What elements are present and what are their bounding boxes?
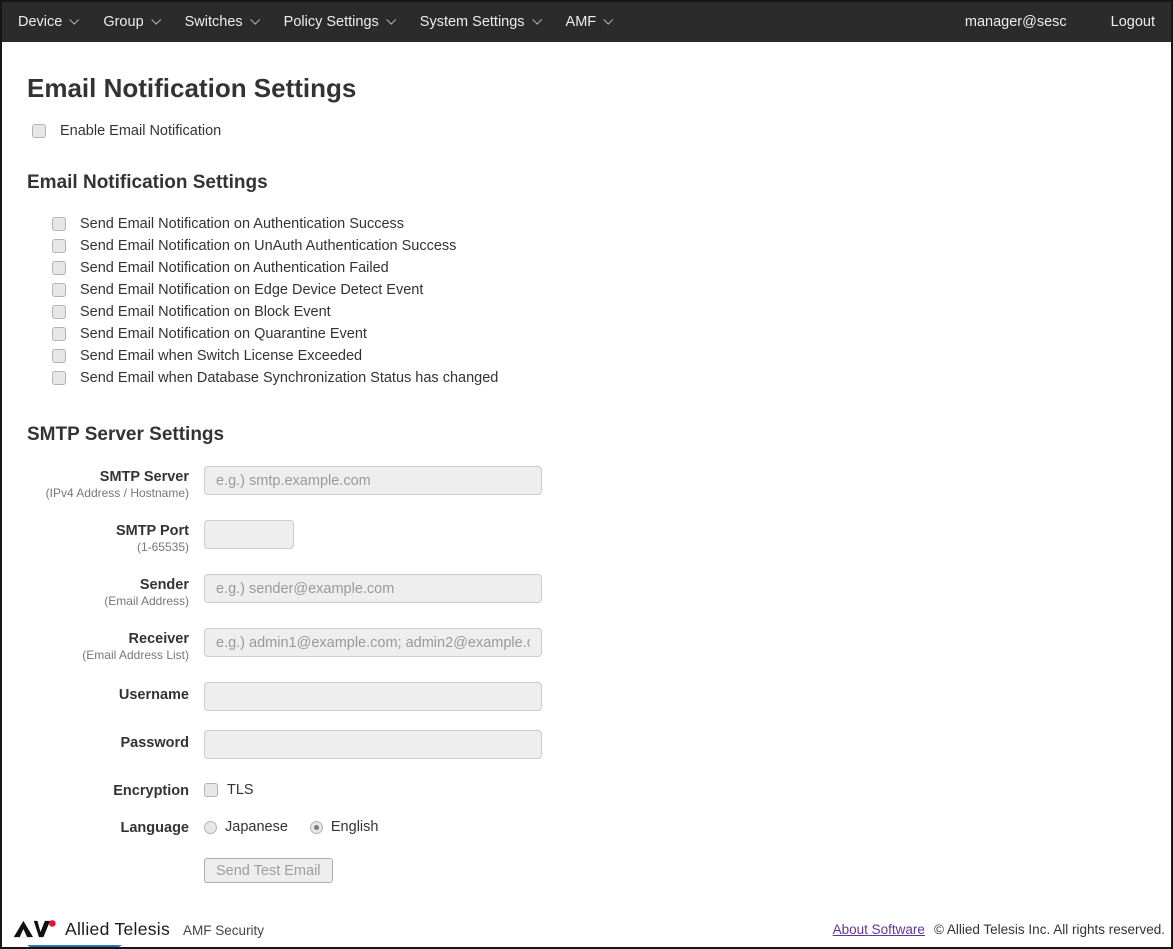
language-row: Language Japanese English <box>27 815 1171 837</box>
receiver-row: Receiver (Email Address List) <box>27 628 1171 663</box>
logged-in-user: manager@sesc <box>955 14 1095 30</box>
tls-label: TLS <box>227 782 254 798</box>
language-english-radio[interactable] <box>310 821 323 834</box>
copyright-text: © Allied Telesis Inc. All rights reserve… <box>934 922 1165 937</box>
send-test-email-button[interactable]: Send Test Email <box>204 858 333 883</box>
footer: Allied Telesis AMF Security About Softwa… <box>2 913 1171 945</box>
sender-input[interactable] <box>204 574 542 603</box>
smtp-settings-heading: SMTP Server Settings <box>27 424 1171 446</box>
nav-item-device[interactable]: Device <box>5 2 90 42</box>
receiver-input[interactable] <box>204 628 542 657</box>
nav-item-label: Policy Settings <box>284 14 379 30</box>
username-input[interactable] <box>204 682 542 711</box>
nav-item-label: Group <box>103 14 143 30</box>
enable-email-notification-row: Enable Email Notification <box>32 123 1171 139</box>
chevron-down-icon <box>532 14 542 24</box>
receiver-label: Receiver (Email Address List) <box>27 628 189 663</box>
smtp-port-label: SMTP Port (1-65535) <box>27 520 189 555</box>
notification-checkbox[interactable] <box>52 349 66 363</box>
chevron-down-icon <box>603 14 613 24</box>
smtp-server-row: SMTP Server (IPv4 Address / Hostname) <box>27 466 1171 501</box>
notification-item-auth-failed: Send Email Notification on Authenticatio… <box>52 257 1171 279</box>
notification-checkbox[interactable] <box>52 305 66 319</box>
smtp-port-input[interactable] <box>204 520 294 549</box>
nav-menu: Device Group Switches Policy Settings Sy… <box>2 2 624 42</box>
notification-label: Send Email Notification on Quarantine Ev… <box>80 326 367 342</box>
username-label: Username <box>27 682 189 704</box>
sender-label: Sender (Email Address) <box>27 574 189 609</box>
notification-checkbox[interactable] <box>52 371 66 385</box>
brand: Allied Telesis AMF Security <box>13 918 264 940</box>
notification-checkbox[interactable] <box>52 327 66 341</box>
notification-item-quarantine-event: Send Email Notification on Quarantine Ev… <box>52 323 1171 345</box>
notification-item-auth-success: Send Email Notification on Authenticatio… <box>52 213 1171 235</box>
footer-right: About Software © Allied Telesis Inc. All… <box>833 922 1165 937</box>
smtp-form: SMTP Server (IPv4 Address / Hostname) SM… <box>27 466 1171 883</box>
notification-item-db-sync-changed: Send Email when Database Synchronization… <box>52 367 1171 389</box>
allied-telesis-logo-icon <box>13 918 59 940</box>
notification-label: Send Email Notification on Edge Device D… <box>80 282 423 298</box>
encryption-row: Encryption TLS <box>27 778 1171 800</box>
nav-item-label: AMF <box>566 14 597 30</box>
nav-item-policy-settings[interactable]: Policy Settings <box>271 2 407 42</box>
notification-label: Send Email Notification on Authenticatio… <box>80 260 389 276</box>
brand-wordmark: Allied Telesis <box>65 919 170 940</box>
enable-email-notification-label: Enable Email Notification <box>60 123 221 139</box>
notification-item-edge-device-detect: Send Email Notification on Edge Device D… <box>52 279 1171 301</box>
chevron-down-icon <box>151 14 161 24</box>
notification-item-license-exceeded: Send Email when Switch License Exceeded <box>52 345 1171 367</box>
nav-item-amf[interactable]: AMF <box>553 2 625 42</box>
notification-checkbox[interactable] <box>52 283 66 297</box>
notification-label: Send Email Notification on Block Event <box>80 304 331 320</box>
notification-label: Send Email Notification on UnAuth Authen… <box>80 238 456 254</box>
chevron-down-icon <box>70 14 80 24</box>
sender-row: Sender (Email Address) <box>27 574 1171 609</box>
notification-label: Send Email when Database Synchronization… <box>80 370 498 386</box>
tls-checkbox[interactable] <box>204 783 218 797</box>
nav-item-label: Device <box>18 14 62 30</box>
chevron-down-icon <box>386 14 396 24</box>
notification-checkbox[interactable] <box>52 239 66 253</box>
enable-email-notification-checkbox[interactable] <box>32 124 46 138</box>
smtp-server-input[interactable] <box>204 466 542 495</box>
logout-button[interactable]: Logout <box>1095 2 1171 42</box>
smtp-port-row: SMTP Port (1-65535) <box>27 520 1171 555</box>
encryption-options: TLS <box>204 780 1171 798</box>
product-name: AMF Security <box>183 923 264 938</box>
notification-settings-heading: Email Notification Settings <box>27 172 1171 194</box>
nav-item-system-settings[interactable]: System Settings <box>407 2 553 42</box>
password-label: Password <box>27 730 189 752</box>
notification-checkbox-list: Send Email Notification on Authenticatio… <box>52 213 1171 389</box>
top-navbar: Device Group Switches Policy Settings Sy… <box>2 2 1171 42</box>
language-options: Japanese English <box>204 817 1171 835</box>
notification-item-unauth-success: Send Email Notification on UnAuth Authen… <box>52 235 1171 257</box>
encryption-label: Encryption <box>27 778 189 800</box>
username-row: Username <box>27 682 1171 711</box>
nav-item-label: System Settings <box>420 14 525 30</box>
language-label: Language <box>27 815 189 837</box>
page-title: Email Notification Settings <box>27 73 1171 104</box>
notification-label: Send Email when Switch License Exceeded <box>80 348 362 364</box>
main-content: Email Notification Settings Enable Email… <box>2 73 1171 947</box>
language-japanese-label: Japanese <box>225 819 288 835</box>
password-input[interactable] <box>204 730 542 759</box>
about-software-link[interactable]: About Software <box>833 922 925 937</box>
nav-right: manager@sesc Logout <box>955 2 1171 42</box>
nav-item-switches[interactable]: Switches <box>172 2 271 42</box>
chevron-down-icon <box>250 14 260 24</box>
notification-checkbox[interactable] <box>52 261 66 275</box>
nav-item-label: Switches <box>185 14 243 30</box>
notification-label: Send Email Notification on Authenticatio… <box>80 216 404 232</box>
notification-checkbox[interactable] <box>52 217 66 231</box>
language-japanese-radio[interactable] <box>204 821 217 834</box>
notification-item-block-event: Send Email Notification on Block Event <box>52 301 1171 323</box>
password-row: Password <box>27 730 1171 759</box>
page: Device Group Switches Policy Settings Sy… <box>0 0 1173 949</box>
language-english-label: English <box>331 819 379 835</box>
nav-item-group[interactable]: Group <box>90 2 171 42</box>
smtp-server-label: SMTP Server (IPv4 Address / Hostname) <box>27 466 189 501</box>
